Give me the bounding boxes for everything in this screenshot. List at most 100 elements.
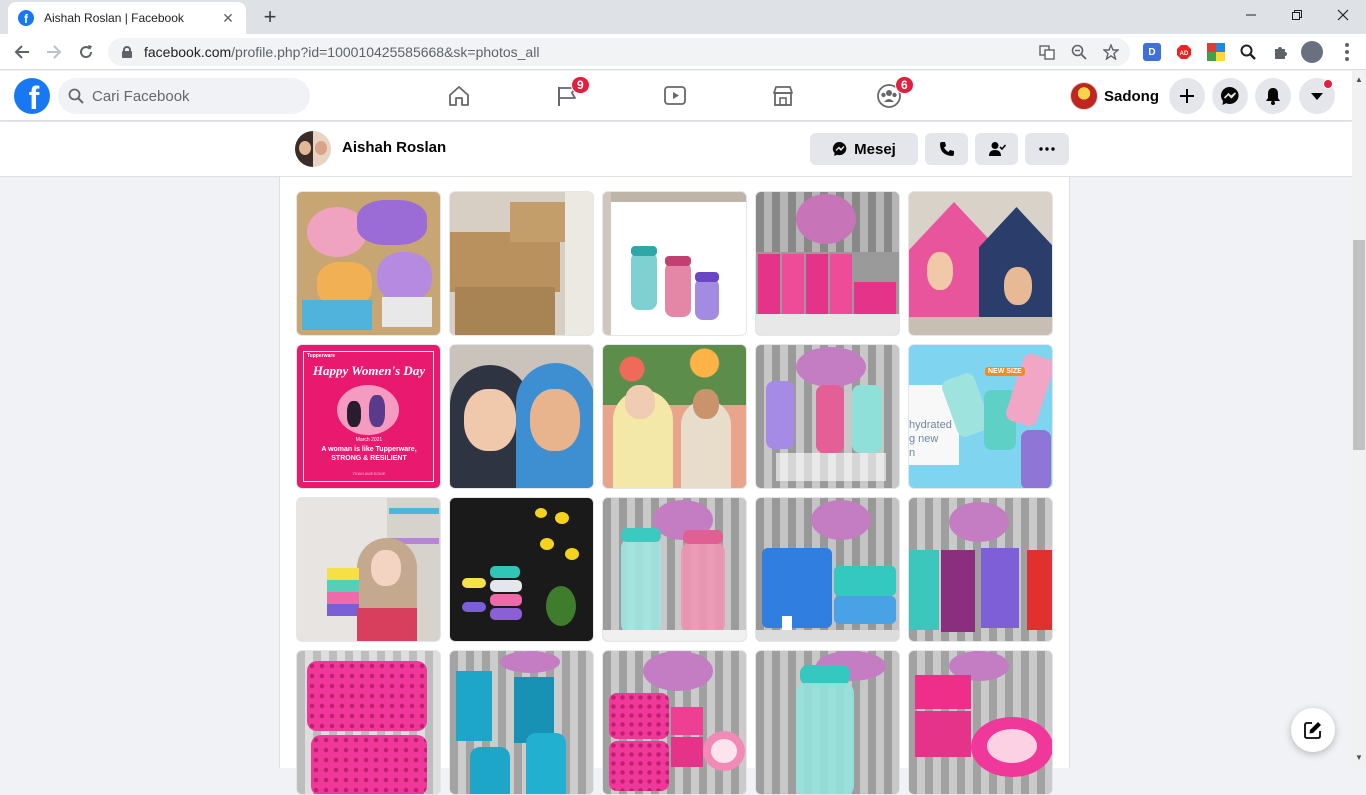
tab-title: Aishah Roslan | Facebook <box>44 11 184 25</box>
photo-tile[interactable] <box>602 344 747 489</box>
nav-watch[interactable] <box>620 71 730 121</box>
ad-text-line1: hydrated <box>909 419 952 431</box>
nav-home[interactable] <box>404 71 514 121</box>
reload-button[interactable] <box>74 40 98 64</box>
photo-tile[interactable] <box>755 344 900 489</box>
notifications-button[interactable] <box>1255 78 1291 114</box>
photo-tile[interactable] <box>449 191 594 336</box>
extensions-puzzle-icon[interactable] <box>1271 43 1289 61</box>
create-button[interactable] <box>1169 78 1205 114</box>
nav-marketplace[interactable] <box>728 71 838 121</box>
browser-tab[interactable]: f Aishah Roslan | Facebook ✕ <box>8 2 246 34</box>
marketplace-shop-icon <box>773 86 793 106</box>
translate-icon[interactable] <box>1038 43 1056 61</box>
new-message-button[interactable] <box>1291 708 1335 752</box>
search-icon <box>68 88 84 104</box>
photo-tile[interactable] <box>296 191 441 336</box>
svg-text:AD: AD <box>1180 51 1189 57</box>
poster-date: March 2021 <box>355 437 383 443</box>
new-tab-button[interactable]: + <box>258 6 282 30</box>
search-input[interactable] <box>92 87 292 105</box>
adblock-extension-icon[interactable]: AD <box>1175 43 1193 61</box>
photo-tile[interactable] <box>602 497 747 642</box>
ad-text-line2: g new <box>909 433 939 445</box>
profile-name[interactable]: Aishah Roslan <box>342 139 446 156</box>
photo-tile[interactable] <box>908 497 1053 642</box>
lock-icon <box>122 46 132 58</box>
photo-tile[interactable] <box>449 344 594 489</box>
profile-sticky-bar: Aishah Roslan Mesej <box>0 122 1352 177</box>
restore-icon <box>1292 10 1302 20</box>
caret-down-icon <box>1311 93 1323 100</box>
home-icon <box>449 86 469 106</box>
nav-pages[interactable]: 9 <box>512 71 622 121</box>
photo-tile[interactable] <box>602 191 747 336</box>
messenger-icon <box>833 141 847 156</box>
photos-panel: Tupperware Happy Women's Day March 2021 … <box>279 177 1070 795</box>
scrollbar-thumb[interactable] <box>1353 240 1365 450</box>
facebook-header: f 9 6 Sadong <box>0 71 1352 121</box>
tab-close-icon[interactable]: ✕ <box>220 10 236 27</box>
forward-button[interactable] <box>42 40 66 64</box>
call-button[interactable] <box>925 133 968 165</box>
arrow-right-icon <box>47 45 62 59</box>
address-bar[interactable]: facebook.com/profile.php?id=100010425585… <box>108 38 1130 66</box>
photo-tile[interactable] <box>296 650 441 795</box>
messenger-button[interactable] <box>1212 78 1248 114</box>
browser-tabstrip: f Aishah Roslan | Facebook ✕ + <box>0 0 1366 34</box>
bell-icon <box>1266 88 1280 105</box>
photo-tile[interactable] <box>449 650 594 795</box>
extension-d-icon[interactable]: D <box>1143 43 1161 61</box>
photo-tile[interactable] <box>449 497 594 642</box>
photo-tile[interactable] <box>908 191 1053 336</box>
close-window-button[interactable] <box>1320 0 1366 30</box>
photo-tile[interactable] <box>296 497 441 642</box>
account-name: Sadong <box>1104 87 1159 105</box>
arrow-left-icon <box>14 45 29 59</box>
poster-footer: TEAM AWESOME <box>352 471 386 476</box>
scroll-down-arrow[interactable]: ▼ <box>1352 750 1366 764</box>
photo-tile[interactable] <box>602 650 747 795</box>
url-text: facebook.com/profile.php?id=100010425585… <box>144 44 540 60</box>
friend-button[interactable] <box>975 133 1018 165</box>
photo-tile[interactable] <box>908 650 1053 795</box>
extension-colorful-icon[interactable] <box>1207 43 1225 61</box>
more-options-button[interactable] <box>1025 133 1069 165</box>
ad-text-line3: n <box>909 447 916 459</box>
poster-title: Happy Women's Day <box>312 363 426 378</box>
back-button[interactable] <box>10 40 34 64</box>
photo-tile[interactable]: hydrated g new n NEW SIZE <box>908 344 1053 489</box>
photo-tile[interactable] <box>755 497 900 642</box>
message-button[interactable]: Mesej <box>810 133 918 165</box>
messenger-icon <box>1220 86 1239 105</box>
minimize-icon <box>1246 14 1256 16</box>
browser-profile-avatar[interactable] <box>1301 41 1323 63</box>
avatar <box>1070 82 1098 110</box>
search-extension-icon[interactable] <box>1239 43 1257 61</box>
account-alert-dot <box>1323 79 1333 89</box>
scroll-up-arrow[interactable]: ▲ <box>1352 72 1366 86</box>
video-play-icon <box>664 86 686 105</box>
photo-tile[interactable]: Tupperware Happy Women's Day March 2021 … <box>296 344 441 489</box>
more-dots-icon <box>1039 147 1055 151</box>
browser-menu-button[interactable] <box>1340 42 1354 62</box>
compose-icon <box>1304 722 1321 739</box>
minimize-button[interactable] <box>1228 0 1274 30</box>
facebook-search[interactable] <box>58 78 310 114</box>
poster-brand: Tupperware <box>307 353 335 359</box>
nav-groups[interactable]: 6 <box>834 71 944 121</box>
message-button-label: Mesej <box>854 140 896 158</box>
person-check-icon <box>988 142 1006 156</box>
restore-button[interactable] <box>1274 0 1320 30</box>
facebook-logo[interactable]: f <box>14 78 50 114</box>
groups-notification-badge: 6 <box>895 76 914 94</box>
profile-avatar[interactable] <box>295 131 331 167</box>
zoom-icon[interactable] <box>1070 43 1088 61</box>
bookmark-star-icon[interactable] <box>1102 43 1120 61</box>
poster-line1: A woman is like Tupperware, <box>321 446 417 453</box>
new-size-badge: NEW SIZE <box>985 367 1025 376</box>
facebook-favicon-icon: f <box>18 10 34 26</box>
account-profile-chip[interactable]: Sadong <box>1070 79 1159 113</box>
photo-tile[interactable] <box>755 191 900 336</box>
photo-tile[interactable] <box>755 650 900 795</box>
